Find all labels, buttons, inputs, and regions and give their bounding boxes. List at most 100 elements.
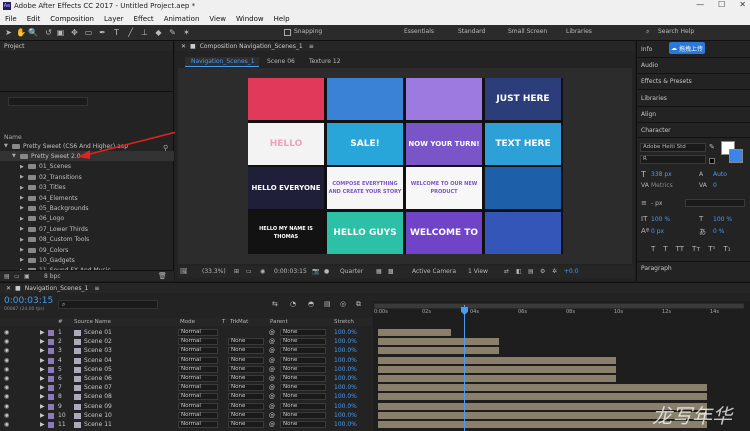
expand-triangle-icon[interactable]: ▶ bbox=[40, 338, 45, 345]
snapshot-icon[interactable]: ◉ bbox=[260, 268, 265, 275]
puppet-tool-icon[interactable]: ✶ bbox=[182, 28, 191, 37]
parent-dropdown[interactable]: None bbox=[280, 356, 326, 364]
rotate-tool-icon[interactable]: ↺ bbox=[44, 28, 53, 37]
project-item[interactable]: ▶ 09_Colors bbox=[0, 245, 174, 255]
label-color-swatch[interactable] bbox=[48, 376, 54, 382]
visibility-eye-icon[interactable]: ◉ bbox=[4, 412, 9, 419]
align-panel-tab[interactable]: Align bbox=[641, 111, 656, 118]
camera-snapshot-icon[interactable]: 📷 bbox=[312, 268, 319, 275]
column-name-header[interactable]: Name bbox=[4, 134, 22, 141]
collapsed-triangle-icon[interactable]: ▶ bbox=[20, 174, 28, 180]
expand-triangle-icon[interactable]: ▶ bbox=[40, 366, 45, 373]
timeline-tab[interactable]: Navigation_Scenes_1 bbox=[25, 285, 89, 292]
collapsed-triangle-icon[interactable]: ▶ bbox=[20, 195, 28, 201]
stretch-value[interactable]: 100.0% bbox=[334, 366, 357, 373]
collapsed-triangle-icon[interactable]: ▶ bbox=[20, 237, 28, 243]
font-family-dropdown[interactable]: Adobe Heiti Std bbox=[640, 143, 706, 152]
exposure-value[interactable]: +0.0 bbox=[564, 268, 579, 275]
blend-mode-dropdown[interactable]: Normal bbox=[178, 347, 218, 355]
col-mode[interactable]: Mode bbox=[180, 319, 195, 325]
info-panel-tab[interactable]: Info bbox=[641, 46, 652, 53]
col-stretch[interactable]: Stretch bbox=[334, 319, 354, 325]
expand-triangle-icon[interactable]: ▶ bbox=[40, 403, 45, 410]
stretch-value[interactable]: 100.0% bbox=[334, 384, 357, 391]
timeline-menu-icon[interactable]: ≡ bbox=[94, 285, 99, 292]
paragraph-panel-tab[interactable]: Paragraph bbox=[641, 265, 672, 272]
label-color-swatch[interactable] bbox=[48, 403, 54, 410]
parent-dropdown[interactable]: None bbox=[280, 393, 326, 401]
leading-value[interactable]: Auto bbox=[713, 171, 727, 178]
shy-layers-icon[interactable]: ◓ bbox=[308, 300, 314, 308]
parent-dropdown[interactable]: None bbox=[280, 384, 326, 392]
text-style-button[interactable]: TT bbox=[676, 245, 684, 253]
layer-name[interactable]: Scene 02 bbox=[84, 338, 112, 345]
effects-presets-panel-tab[interactable]: Effects & Presets bbox=[641, 78, 692, 85]
type-tool-icon[interactable]: T bbox=[112, 28, 121, 37]
visibility-eye-icon[interactable]: ◉ bbox=[4, 347, 9, 354]
timeline-timecode[interactable]: 0:00:03:15 bbox=[4, 296, 53, 306]
project-item[interactable]: ▶ 04_Elements bbox=[0, 193, 174, 203]
bpc-toggle[interactable]: 8 bpc bbox=[44, 273, 61, 280]
layer-name[interactable]: Scene 07 bbox=[84, 384, 112, 391]
track-matte-dropdown[interactable]: None bbox=[228, 375, 264, 382]
zoom-tool-icon[interactable]: 🔍 bbox=[28, 28, 38, 37]
layer-name[interactable]: Scene 01 bbox=[84, 329, 112, 336]
parent-pickwhip-icon[interactable]: @ bbox=[269, 403, 275, 410]
table-row[interactable]: ◉ ▶ 11 Scene 11 Normal None @ None 100.0% bbox=[0, 420, 372, 429]
magnification-icon[interactable]: 🖼 bbox=[180, 268, 188, 275]
parent-pickwhip-icon[interactable]: @ bbox=[269, 357, 275, 364]
stroke-width-value[interactable]: - px bbox=[651, 200, 662, 207]
menu-file[interactable]: File bbox=[0, 15, 22, 23]
brush-tool-icon[interactable]: ╱ bbox=[126, 28, 135, 37]
frame-blending-icon[interactable]: ▤ bbox=[324, 300, 331, 308]
panel-menu-icon[interactable]: ≡ bbox=[309, 43, 314, 50]
interpret-footage-icon[interactable]: ▤ bbox=[4, 273, 10, 280]
table-row[interactable]: ◉ ▶ 9 Scene 09 Normal None @ None 100.0% bbox=[0, 402, 372, 411]
collapsed-triangle-icon[interactable]: ▶ bbox=[20, 216, 28, 222]
time-ruler[interactable]: 0:00s 02s 04s 06s 08s 10s 12s 14s bbox=[374, 309, 744, 319]
layer-duration-bar[interactable] bbox=[378, 329, 452, 336]
tsume-value[interactable]: 0 % bbox=[713, 228, 724, 235]
stretch-value[interactable]: 100.0% bbox=[334, 329, 357, 336]
close-panel-icon[interactable]: ✕ bbox=[181, 43, 186, 50]
new-folder-icon[interactable]: ▭ bbox=[14, 273, 20, 280]
layer-name[interactable]: Scene 04 bbox=[84, 357, 112, 364]
stretch-value[interactable]: 100.0% bbox=[334, 403, 357, 410]
blend-mode-dropdown[interactable]: Normal bbox=[178, 393, 218, 401]
audio-panel-tab[interactable]: Audio bbox=[641, 62, 658, 69]
expanded-triangle-icon[interactable]: ▼ bbox=[4, 143, 12, 149]
close-button[interactable]: ✕ bbox=[739, 0, 746, 9]
label-color-swatch[interactable] bbox=[48, 339, 54, 346]
project-item[interactable]: ▶ 05_Backgrounds bbox=[0, 203, 174, 213]
stretch-value[interactable]: 100.0% bbox=[334, 375, 357, 382]
layer-duration-bar[interactable] bbox=[378, 338, 499, 346]
minimize-button[interactable]: — bbox=[696, 0, 704, 9]
expand-triangle-icon[interactable]: ▶ bbox=[40, 375, 45, 382]
col-number[interactable]: # bbox=[58, 319, 63, 325]
mask-tool-icon[interactable]: ▭ bbox=[84, 28, 93, 37]
libraries-panel-tab[interactable]: Libraries bbox=[641, 95, 667, 102]
label-color-swatch[interactable] bbox=[48, 385, 54, 392]
label-color-swatch[interactable] bbox=[48, 357, 54, 364]
parent-dropdown[interactable]: None bbox=[280, 421, 326, 428]
reset-exposure-icon[interactable]: ✲ bbox=[552, 268, 557, 275]
parent-pickwhip-icon[interactable]: @ bbox=[269, 366, 275, 373]
composition-canvas[interactable]: JUST HERE HELLO SALE! NOW YOUR TURN! TEXT HE… bbox=[248, 78, 563, 254]
parent-pickwhip-icon[interactable]: @ bbox=[269, 412, 275, 419]
collapsed-triangle-icon[interactable]: ▶ bbox=[20, 205, 28, 211]
parent-dropdown[interactable]: None bbox=[280, 375, 326, 382]
parent-pickwhip-icon[interactable]: @ bbox=[269, 421, 275, 428]
current-time-display[interactable]: 0:00:03:15 bbox=[274, 268, 307, 275]
toggle-pixel-aspect-icon[interactable]: ⇄ bbox=[504, 268, 509, 275]
visibility-eye-icon[interactable]: ◉ bbox=[4, 338, 9, 345]
parent-dropdown[interactable]: None bbox=[280, 402, 326, 410]
expand-triangle-icon[interactable]: ▶ bbox=[40, 329, 45, 336]
track-matte-dropdown[interactable]: None bbox=[228, 393, 264, 401]
new-comp-icon[interactable]: ▣ bbox=[24, 273, 30, 280]
table-row[interactable]: ◉ ▶ 1 Scene 01 Normal @ None 100.0% bbox=[0, 328, 372, 337]
label-color-swatch[interactable] bbox=[48, 412, 54, 419]
text-style-button[interactable]: T bbox=[663, 245, 667, 253]
visibility-eye-icon[interactable]: ◉ bbox=[4, 421, 9, 428]
stretch-value[interactable]: 100.0% bbox=[334, 357, 357, 364]
col-trkmat[interactable]: TrkMat bbox=[230, 319, 248, 325]
